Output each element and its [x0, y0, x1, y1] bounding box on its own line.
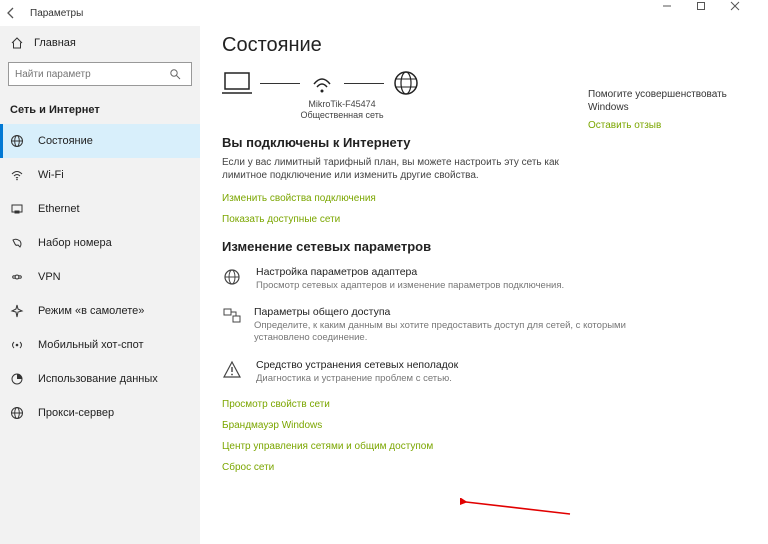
link-windows-firewall[interactable]: Брандмауэр Windows [222, 420, 746, 431]
adv-title: Средство устранения сетевых неполадок [256, 359, 458, 371]
sidebar-item-label: Wi-Fi [38, 169, 64, 181]
ethernet-icon [10, 202, 26, 216]
adv-title: Параметры общего доступа [254, 306, 642, 318]
window-title: Параметры [30, 8, 83, 19]
network-label: MikroTik-F45474 Общественная сеть [272, 99, 412, 121]
sidebar-group-title: Сеть и Интернет [0, 96, 200, 124]
dialup-icon [10, 236, 26, 250]
link-show-available-networks[interactable]: Показать доступные сети [222, 214, 746, 225]
home-icon [10, 36, 24, 50]
sidebar-home-label: Главная [34, 37, 76, 49]
airplane-icon [10, 304, 26, 318]
wifi-icon [10, 168, 26, 182]
connected-title: Вы подключены к Интернету [222, 135, 746, 150]
hotspot-icon [10, 338, 26, 352]
sidebar-item-status[interactable]: Состояние [0, 124, 200, 158]
sidebar-item-label: Мобильный хот-спот [38, 339, 144, 351]
sidebar-item-label: Использование данных [38, 373, 158, 385]
advanced-section-title: Изменение сетевых параметров [222, 239, 746, 254]
page-title: Состояние [222, 34, 746, 57]
proxy-icon [10, 406, 26, 420]
sidebar-item-airplane[interactable]: Режим «в самолете» [0, 294, 200, 328]
sidebar-item-label: Режим «в самолете» [38, 305, 144, 317]
adv-desc: Определите, к каким данным вы хотите пре… [254, 320, 642, 345]
feedback-link[interactable]: Оставить отзыв [588, 120, 748, 131]
close-button[interactable] [730, 1, 764, 25]
sidebar-item-label: VPN [38, 271, 61, 283]
search-input[interactable] [9, 69, 169, 80]
title-bar: Параметры [0, 0, 768, 26]
adv-sharing-options[interactable]: Параметры общего доступа Определите, к к… [222, 306, 642, 345]
search-icon [169, 68, 191, 80]
globe-icon [392, 69, 420, 97]
sidebar-item-label: Прокси-сервер [38, 407, 114, 419]
wifi-icon [308, 70, 336, 96]
sidebar-home[interactable]: Главная [0, 30, 200, 56]
link-view-network-properties[interactable]: Просмотр свойств сети [222, 399, 746, 410]
sharing-icon [222, 306, 242, 345]
adv-desc: Просмотр сетевых адаптеров и изменение п… [256, 280, 564, 292]
troubleshoot-icon [222, 359, 244, 385]
link-network-reset[interactable]: Сброс сети [222, 462, 746, 473]
status-icon [10, 134, 26, 148]
maximize-button[interactable] [696, 1, 730, 25]
back-button[interactable] [4, 6, 30, 20]
vpn-icon [10, 270, 26, 284]
sidebar-item-label: Ethernet [38, 203, 80, 215]
link-network-sharing-center[interactable]: Центр управления сетями и общим доступом [222, 441, 746, 452]
sidebar-item-hotspot[interactable]: Мобильный хот-спот [0, 328, 200, 362]
sidebar-item-wifi[interactable]: Wi-Fi [0, 158, 200, 192]
sidebar: Главная Сеть и Интернет Состояние Wi-Fi … [0, 26, 200, 544]
adv-adapter-options[interactable]: Настройка параметров адаптера Просмотр с… [222, 266, 642, 292]
sidebar-item-label: Состояние [38, 135, 93, 147]
pc-icon [222, 70, 252, 96]
search-box[interactable] [8, 62, 192, 86]
sidebar-item-ethernet[interactable]: Ethernet [0, 192, 200, 226]
sidebar-item-proxy[interactable]: Прокси-сервер [0, 396, 200, 430]
feedback-title: Помогите усовершенствовать Windows [588, 88, 748, 114]
sidebar-item-data-usage[interactable]: Использование данных [0, 362, 200, 396]
connected-desc: Если у вас лимитный тарифный план, вы мо… [222, 156, 592, 183]
adv-title: Настройка параметров адаптера [256, 266, 564, 278]
feedback-panel: Помогите усовершенствовать Windows Остав… [588, 88, 748, 131]
annotation-arrow [460, 498, 580, 518]
data-usage-icon [10, 372, 26, 386]
sidebar-item-vpn[interactable]: VPN [0, 260, 200, 294]
sidebar-item-dialup[interactable]: Набор номера [0, 226, 200, 260]
adv-desc: Диагностика и устранение проблем с сетью… [256, 373, 458, 385]
content-area: Состояние MikroTik-F45474 Общественная с… [200, 26, 768, 544]
minimize-button[interactable] [662, 1, 696, 25]
link-change-connection-properties[interactable]: Изменить свойства подключения [222, 193, 746, 204]
sidebar-item-label: Набор номера [38, 237, 112, 249]
adapter-icon [222, 266, 244, 292]
adv-troubleshooter[interactable]: Средство устранения сетевых неполадок Ди… [222, 359, 642, 385]
